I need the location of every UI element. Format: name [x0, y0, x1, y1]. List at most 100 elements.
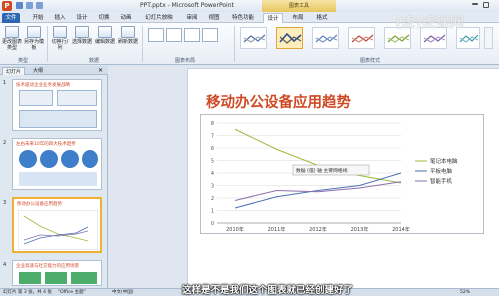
change-chart-type-label: 更改图表类型: [2, 39, 23, 51]
slide-thumbnail-2[interactable]: 左右未来10年的四大技术趋势: [12, 138, 102, 190]
tab-review[interactable]: 审阅: [182, 13, 202, 23]
refresh-data-label: 刷新数据: [117, 39, 138, 45]
chart-layout-4-button[interactable]: [202, 28, 218, 42]
tab-slides[interactable]: 幻灯片: [2, 67, 26, 75]
legend-label: 平板电脑: [430, 167, 453, 175]
slide-thumbnail-3[interactable]: 移动办公设备应用趋势: [12, 197, 102, 253]
save-as-template-button[interactable]: 另存为模板: [24, 26, 44, 51]
x-tick-label: 2013年: [351, 226, 369, 233]
window-title: PPT.pptx - Microsoft PowerPoint: [140, 2, 234, 9]
select-data-icon: [75, 26, 89, 38]
thumbnail-circle: [19, 150, 37, 168]
x-tick-label: 2014年: [392, 226, 410, 233]
edit-data-button[interactable]: 编辑数据: [94, 26, 116, 45]
zoom-level[interactable]: 52%: [460, 289, 470, 296]
slide-thumbnail-title: 移动办公设备应用趋势: [17, 202, 62, 207]
legend-label: 智能手机: [430, 177, 453, 185]
tab-chart-layout[interactable]: 布局: [288, 13, 308, 23]
watermark-logo: (虎)虎课网: [395, 15, 464, 31]
refresh-data-button[interactable]: 刷新数据: [117, 26, 139, 45]
thumbnail-block: [19, 272, 41, 284]
thumbnail-circle: [82, 150, 98, 168]
select-data-label: 选择数据: [71, 39, 92, 45]
close-pane-icon[interactable]: ✕: [98, 67, 103, 74]
group-divider: [142, 26, 143, 62]
slides-pane-tabs: 幻灯片 大纲 ✕: [0, 66, 108, 75]
chart-tooltip-text: 数据 (值) 轴 主要网格线: [296, 167, 348, 174]
group-divider: [47, 26, 48, 62]
video-subtitle: 这样是不是我们这个图表就已经创建好了: [182, 285, 354, 296]
y-tick-label: 3: [211, 183, 214, 189]
tab-view[interactable]: 视图: [204, 13, 224, 23]
line-style-preview-icon: [279, 32, 302, 44]
thumbnail-circle: [40, 150, 58, 168]
redo-icon[interactable]: [36, 2, 43, 9]
slide-thumbnail-4[interactable]: 企业高速与社交能力的应用场景: [12, 260, 102, 286]
chart-layout-1-button[interactable]: [148, 28, 164, 42]
series-line[interactable]: [234, 181, 402, 201]
switch-row-column-icon: [53, 26, 67, 38]
y-tick-label: 2: [211, 196, 214, 202]
tab-chart-design[interactable]: 设计: [263, 13, 283, 23]
undo-icon[interactable]: [26, 2, 33, 9]
thumbnail-text-block: [19, 172, 97, 186]
thumbnail-block: [45, 272, 67, 284]
slide-canvas[interactable]: 移动办公设备应用趋势 0 1 2 3 4 5 6 7 8 2010年 2011年 2012年 2013年…: [187, 68, 499, 296]
slide-edit-area: 移动办公设备应用趋势 0 1 2 3 4 5 6 7 8 2010年 2011年 2012年 2013年…: [109, 66, 499, 296]
chart-style-2-button[interactable]: [276, 27, 303, 49]
x-tick-label: 2012年: [309, 226, 327, 233]
y-tick-label: 4: [211, 171, 214, 177]
minimize-icon[interactable]: [472, 3, 478, 5]
refresh-data-icon: [121, 26, 135, 38]
tab-home[interactable]: 开始: [28, 13, 48, 23]
chart-style-1-button[interactable]: [240, 27, 267, 49]
switch-row-column-button[interactable]: 切换行/列: [50, 26, 70, 51]
chart-type-icon: [5, 26, 19, 38]
slide-thumbnail-1[interactable]: 技术驱动企业业务发展战略: [12, 79, 102, 131]
thumbnail-diagram: [19, 110, 97, 128]
data-group-label: 数据: [88, 58, 99, 64]
y-tick-label: 1: [211, 208, 214, 214]
chart-style-4-button[interactable]: [348, 27, 375, 49]
powerpoint-window: P PPT.pptx - Microsoft PowerPoint 图表工具 文…: [0, 0, 499, 296]
slide-thumbnail-title: 企业高速与社交能力的应用场景: [16, 264, 79, 269]
template-icon: [27, 26, 41, 38]
group-divider: [234, 26, 235, 62]
line-style-preview-icon: [243, 34, 266, 43]
y-tick-label: 0: [211, 221, 214, 227]
slides-pane: 幻灯片 大纲 ✕ 1 技术驱动企业业务发展战略 2 左右未来10年的四大技术趋势…: [0, 66, 108, 288]
thumbnail-diagram: [19, 90, 53, 106]
tab-design[interactable]: 设计: [72, 13, 92, 23]
chart-tools-contextual-header: 图表工具: [262, 0, 336, 12]
tab-outline[interactable]: 大纲: [30, 67, 46, 75]
line-chart[interactable]: 0 1 2 3 4 5 6 7 8 2010年 2011年 2012年 2013年 2014年 笔记本电脑平…: [201, 115, 485, 235]
thumbnail-chart: [18, 210, 98, 250]
slide-number: 2: [3, 140, 7, 146]
type-group-label: 类型: [17, 58, 28, 64]
slide-count-status: 幻灯片 第 3 张，共 4 张: [3, 290, 52, 295]
language-status[interactable]: 中文(中国): [112, 289, 134, 296]
change-chart-type-button[interactable]: 更改图表类型: [2, 26, 22, 51]
tab-special[interactable]: 特色功能: [228, 13, 258, 23]
edit-data-icon: [98, 26, 112, 38]
chart-layout-2-button[interactable]: [166, 28, 182, 42]
tab-slideshow[interactable]: 幻灯片放映: [140, 13, 178, 23]
save-icon[interactable]: [16, 2, 23, 9]
legend-label: 笔记本电脑: [430, 157, 458, 165]
tab-insert[interactable]: 插入: [50, 13, 70, 23]
tab-chart-format[interactable]: 格式: [312, 13, 332, 23]
chart-style-3-button[interactable]: [312, 27, 339, 49]
tab-transitions[interactable]: 切换: [94, 13, 114, 23]
theme-status: "Office 主题": [58, 290, 86, 295]
powerpoint-logo-icon[interactable]: P: [2, 1, 12, 11]
maximize-icon[interactable]: [483, 2, 489, 8]
slide-number: 1: [3, 80, 7, 86]
select-data-button[interactable]: 选择数据: [71, 26, 93, 45]
tab-file[interactable]: 文件: [2, 13, 20, 23]
thumbnail-block: [71, 272, 97, 284]
chart-styles-scroll-button[interactable]: [484, 27, 493, 49]
chart-layout-3-button[interactable]: [184, 28, 200, 42]
slide-title[interactable]: 移动办公设备应用趋势: [206, 91, 351, 112]
chart-object[interactable]: 0 1 2 3 4 5 6 7 8 2010年 2011年 2012年 2013年 2014年 笔记本电脑平…: [200, 114, 484, 234]
tab-animations[interactable]: 动画: [116, 13, 136, 23]
